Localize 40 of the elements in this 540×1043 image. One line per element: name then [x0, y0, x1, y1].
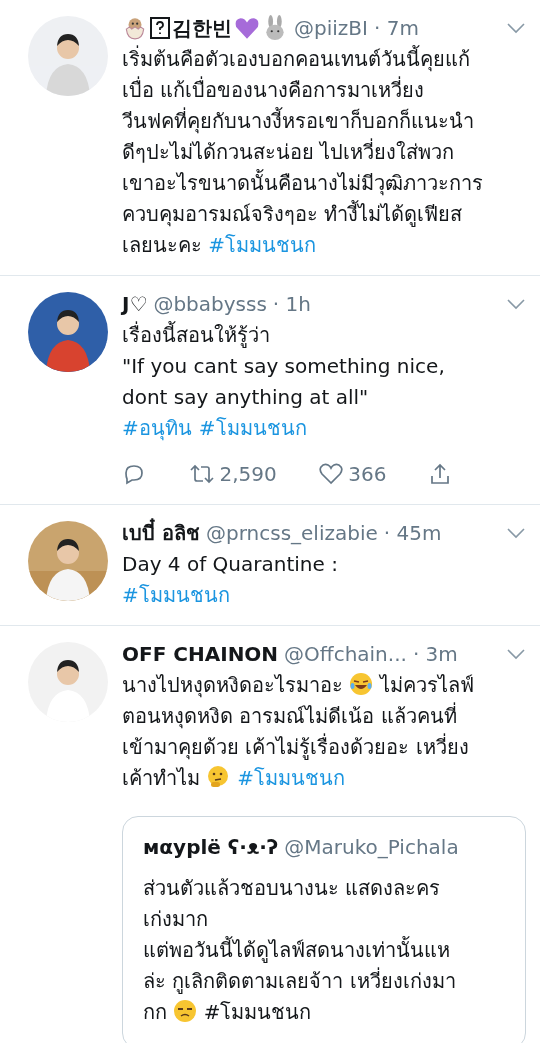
user-handle: @bbabysss	[153, 292, 267, 316]
user-handle: @piizBI	[294, 16, 368, 40]
tweet-text: เริ่มต้นคือตัวเองบอกคอนเทนต์วันนี้คุยแก้ เบื่อ แก้เบื่อของนางคือการมาเหวี่ยง วีนฟคที่คุยกับนางงี้หรอเขาก็บอกก็แนะนำ ดีๆปะไม่ได้กวนสะน่อย ไปเหวี่ยงใส่พวก เขาอะไรขนาดนั้นคือนางไม่มีวุฒิภาวะการ ควบคุมอารมณ์จริงๆอะ ทำงี้ไม่ได้ดูเฟียส เลยนะคะ #โมมนชนก	[122, 44, 484, 259]
tweet-text: Day 4 of Quarantine : #โมมนชนก	[122, 551, 339, 609]
unamused-emoji-icon	[173, 999, 198, 1023]
hashtag-link[interactable]: #โมมนชนก	[198, 416, 307, 440]
user-handle: @Offchain...	[284, 642, 407, 666]
like-button[interactable]: 366	[318, 462, 387, 486]
laughing-emoji-icon	[349, 672, 374, 696]
tweet-time: · 3m	[412, 642, 458, 666]
display-name: OFF CHAINON	[122, 642, 279, 666]
thinking-emoji-icon	[206, 765, 231, 789]
tweet-time: · 45m	[383, 521, 442, 545]
user-handle: @Maruko_Pichala	[284, 835, 459, 859]
heart-icon	[234, 16, 260, 40]
missing-glyph-icon	[150, 17, 170, 39]
share-button[interactable]	[428, 462, 452, 486]
chevron-down-icon[interactable]	[506, 298, 526, 310]
display-name: J♡	[122, 292, 148, 316]
heart-outline-icon	[318, 462, 345, 486]
tweet-text: ส่วนตัวแล้วชอบนางนะ แสดงละคร เก่งมาก แต่พอวันนี้ได้ดูไลฟ์สดนางเท่านั้นแห ล่ะ กูเลิกติดตามเลยจ้าา เหวี่ยงเก่งมา กก #โมมนชนก	[143, 875, 457, 1026]
hashtag-link[interactable]: #โมมนชนก	[122, 583, 230, 607]
tweet-time: · 7m	[373, 16, 419, 40]
hashtag-link[interactable]: #โมมนชนก	[208, 233, 317, 257]
tweet-time: · 1h	[272, 292, 311, 316]
reply-button[interactable]	[122, 462, 146, 486]
user-handle: @prncss_elizabie	[205, 521, 378, 545]
display-name: ᴍαyplë ʕ·ᴥ·ʔ	[143, 835, 279, 859]
retweet-button[interactable]: 2,590	[187, 462, 277, 486]
display-name: เบบี๋ อลิช	[122, 517, 200, 549]
chevron-down-icon[interactable]	[506, 648, 526, 660]
chevron-down-icon[interactable]	[506, 527, 526, 539]
reply-icon	[122, 462, 146, 486]
display-name: 김한빈	[122, 14, 288, 42]
share-icon	[428, 462, 452, 486]
chevron-down-icon[interactable]	[506, 22, 526, 34]
tweet-text: นางไปหงุดหงิดอะไรมาอะ ไม่ควรไลฟ์ ตอนหงุดหงิด อารมณ์ไม่ดีเน้อ แล้วคนที่ เข้ามาคุยด้วย เค้าไม่รู้เรื่องด้วยอะ เหวี่ยง เค้าทำไม #โมมนชนก	[122, 671, 475, 792]
hashtag-link[interactable]: #โมมนชนก	[237, 766, 346, 790]
hashtag-link[interactable]: #อนุทิน	[122, 416, 192, 440]
tweet-text: เรื่องนี้สอนให้รู้ว่า "If you cant say something nice, dont say anything at all" #อนุทิน #โมมนชนก	[122, 320, 446, 443]
